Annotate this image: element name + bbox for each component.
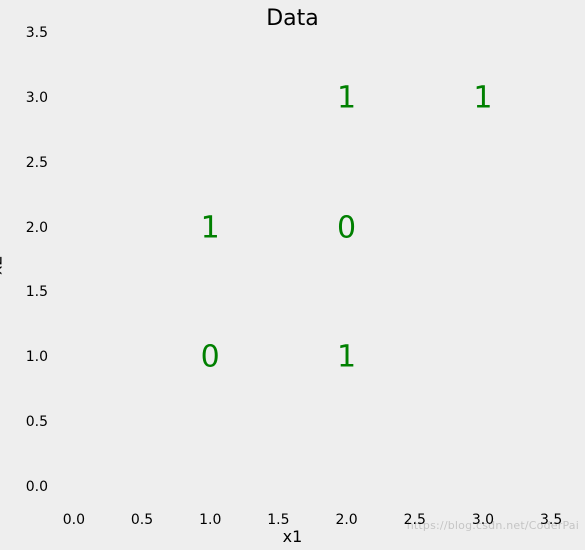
y-tick-label: 1.0 bbox=[26, 349, 48, 365]
x-tick-label: 2.5 bbox=[404, 512, 426, 528]
y-tick-label: 1.5 bbox=[26, 284, 48, 300]
figure: Data x1 x2 https://blog.csdn.net/CoderPa… bbox=[0, 0, 585, 550]
y-tick-label: 2.5 bbox=[26, 155, 48, 171]
data-point-label: 1 bbox=[201, 210, 220, 245]
data-point-label: 0 bbox=[201, 340, 220, 375]
y-axis-label: x2 bbox=[0, 255, 6, 275]
y-tick-label: 0.5 bbox=[26, 414, 48, 430]
data-point-label: 1 bbox=[473, 80, 492, 115]
data-point-label: 1 bbox=[337, 340, 356, 375]
y-tick-label: 3.5 bbox=[26, 25, 48, 41]
x-tick-label: 1.5 bbox=[267, 512, 289, 528]
data-point-label: 0 bbox=[337, 210, 356, 245]
x-tick-label: 3.5 bbox=[540, 512, 562, 528]
x-tick-label: 1.0 bbox=[199, 512, 221, 528]
x-tick-label: 0.0 bbox=[63, 512, 85, 528]
y-tick-label: 0.0 bbox=[26, 479, 48, 495]
y-tick-label: 2.0 bbox=[26, 220, 48, 236]
x-tick-label: 0.5 bbox=[131, 512, 153, 528]
y-tick-label: 3.0 bbox=[26, 90, 48, 106]
data-point-label: 1 bbox=[337, 80, 356, 115]
axes-area bbox=[50, 10, 575, 510]
x-tick-label: 2.0 bbox=[335, 512, 357, 528]
x-tick-label: 3.0 bbox=[472, 512, 494, 528]
